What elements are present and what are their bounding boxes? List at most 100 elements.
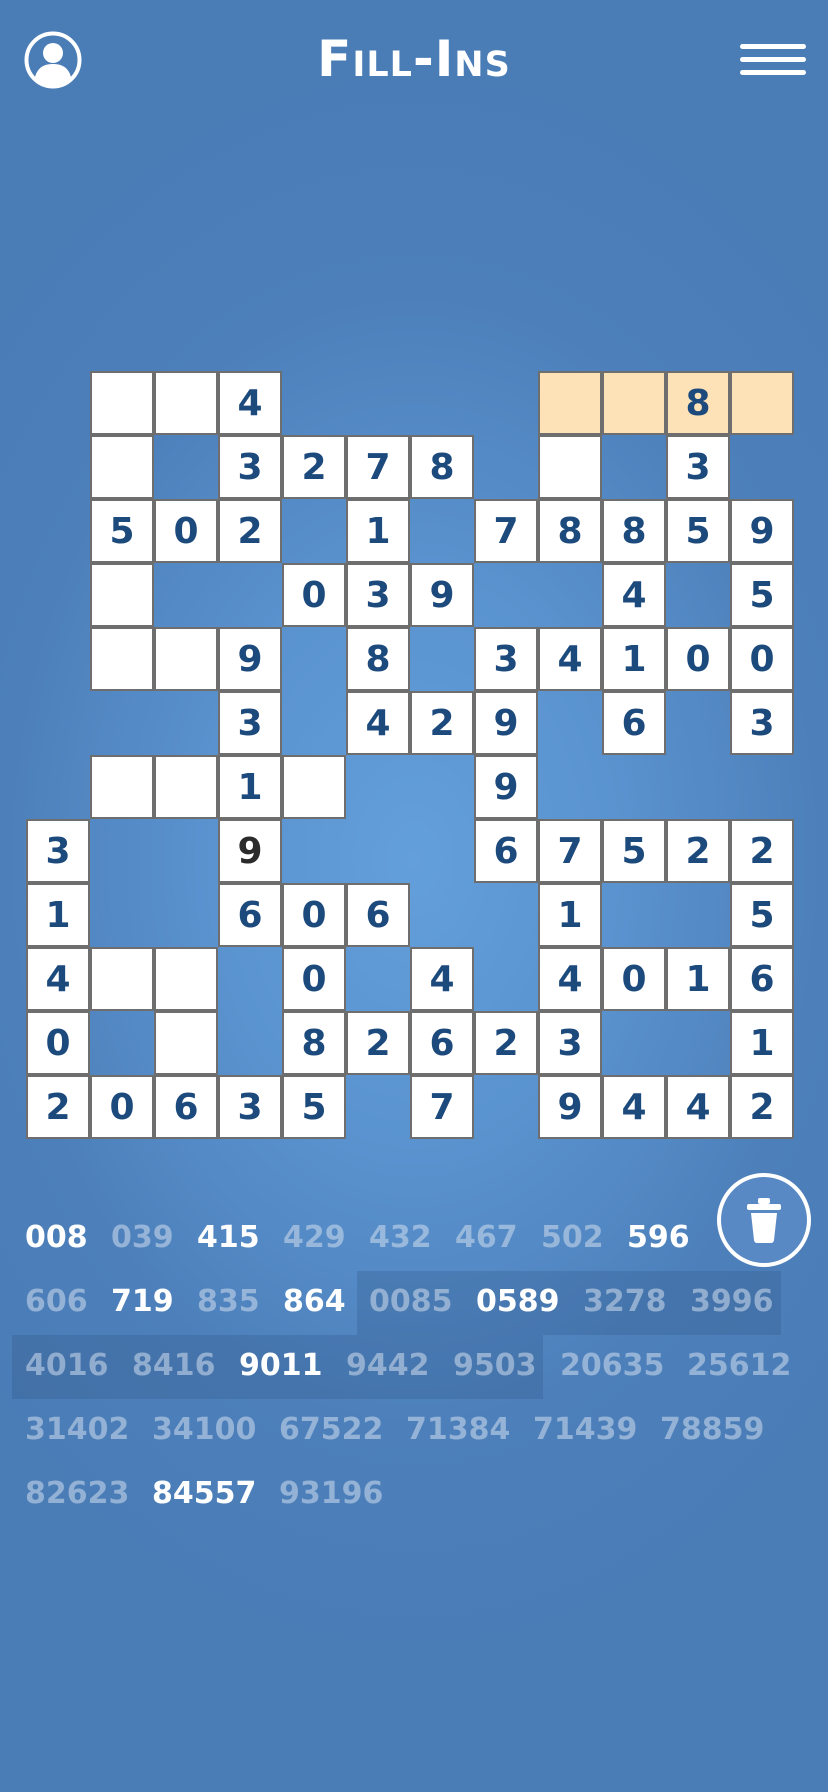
grid-cell[interactable]: 5 [90, 499, 154, 563]
word-used[interactable]: 20635 [560, 1346, 664, 1386]
grid-cell[interactable]: 0 [282, 563, 346, 627]
grid-cell[interactable]: 3 [218, 691, 282, 755]
grid-cell[interactable]: 8 [602, 499, 666, 563]
grid-cell[interactable] [90, 947, 154, 1011]
grid-cell[interactable]: 1 [346, 499, 410, 563]
word-used[interactable]: 039 [111, 1218, 174, 1258]
grid-cell[interactable]: 7 [410, 1075, 474, 1139]
grid-cell[interactable]: 1 [666, 947, 730, 1011]
grid-cell-selected[interactable] [730, 371, 794, 435]
grid-cell[interactable]: 2 [730, 819, 794, 883]
grid-cell[interactable]: 0 [602, 947, 666, 1011]
trash-button[interactable] [717, 1173, 811, 1267]
grid-cell[interactable] [154, 371, 218, 435]
grid-cell[interactable]: 6 [602, 691, 666, 755]
grid-cell[interactable]: 1 [218, 755, 282, 819]
grid-cell-selected[interactable] [602, 371, 666, 435]
grid-cell[interactable]: 0 [26, 1011, 90, 1075]
grid-cell[interactable]: 4 [538, 627, 602, 691]
grid-cell[interactable]: 0 [282, 947, 346, 1011]
grid-cell-selected[interactable]: 8 [666, 371, 730, 435]
grid-cell[interactable]: 3 [666, 435, 730, 499]
word-used[interactable]: 467 [455, 1218, 518, 1258]
word-used[interactable]: 8416 [132, 1346, 216, 1386]
grid-cell[interactable]: 9 [474, 691, 538, 755]
word-used[interactable]: 31402 [25, 1410, 129, 1450]
grid-cell[interactable]: 3 [26, 819, 90, 883]
grid-cell[interactable]: 1 [26, 883, 90, 947]
word-used[interactable]: 9442 [346, 1346, 430, 1386]
grid-cell[interactable]: 5 [730, 563, 794, 627]
grid-cell[interactable] [538, 435, 602, 499]
grid-cell[interactable] [90, 627, 154, 691]
grid-cell[interactable]: 4 [538, 947, 602, 1011]
grid-cell[interactable]: 2 [666, 819, 730, 883]
grid-cell[interactable]: 7 [474, 499, 538, 563]
grid-cell[interactable]: 6 [154, 1075, 218, 1139]
word-used[interactable]: 3278 [583, 1282, 667, 1322]
word-used[interactable]: 502 [541, 1218, 604, 1258]
grid-cell[interactable]: 4 [26, 947, 90, 1011]
grid-cell[interactable]: 2 [410, 691, 474, 755]
word-used[interactable]: 71384 [406, 1410, 510, 1450]
grid-cell[interactable]: 3 [730, 691, 794, 755]
grid-cell[interactable]: 4 [602, 563, 666, 627]
grid-cell[interactable]: 9 [218, 627, 282, 691]
grid-cell[interactable]: 2 [474, 1011, 538, 1075]
grid-cell[interactable]: 6 [410, 1011, 474, 1075]
grid-cell[interactable]: 5 [602, 819, 666, 883]
grid-cell[interactable] [90, 563, 154, 627]
grid-cell[interactable]: 4 [666, 1075, 730, 1139]
word-used[interactable]: 78859 [660, 1410, 764, 1450]
grid-cell[interactable] [154, 627, 218, 691]
grid-cell[interactable]: 8 [538, 499, 602, 563]
word-used[interactable]: 93196 [279, 1474, 383, 1514]
grid-cell[interactable]: 0 [730, 627, 794, 691]
grid-cell[interactable]: 6 [218, 883, 282, 947]
grid-cell[interactable]: 3 [218, 435, 282, 499]
word-used[interactable]: 9503 [453, 1346, 537, 1386]
word-available[interactable]: 84557 [152, 1474, 256, 1514]
grid-cell[interactable]: 4 [410, 947, 474, 1011]
grid-cell[interactable] [154, 755, 218, 819]
word-used[interactable]: 82623 [25, 1474, 129, 1514]
grid-cell[interactable] [90, 435, 154, 499]
grid-cell[interactable]: 2 [730, 1075, 794, 1139]
grid-cell[interactable]: 9 [474, 755, 538, 819]
grid-cell[interactable]: 3 [474, 627, 538, 691]
word-available[interactable]: 0589 [476, 1282, 560, 1322]
grid-cell[interactable]: 1 [538, 883, 602, 947]
grid-cell[interactable]: 0 [282, 883, 346, 947]
grid-cell[interactable]: 6 [474, 819, 538, 883]
grid-cell[interactable]: 8 [410, 435, 474, 499]
grid-cell[interactable]: 5 [666, 499, 730, 563]
grid-cell[interactable]: 7 [538, 819, 602, 883]
grid-cell[interactable] [154, 1011, 218, 1075]
grid-cell[interactable]: 5 [282, 1075, 346, 1139]
grid-cell[interactable]: 4 [218, 371, 282, 435]
word-used[interactable]: 34100 [152, 1410, 256, 1450]
grid-cell[interactable]: 8 [282, 1011, 346, 1075]
grid-cell[interactable] [154, 947, 218, 1011]
grid-cell[interactable]: 1 [730, 1011, 794, 1075]
grid-cell[interactable]: 2 [282, 435, 346, 499]
menu-button[interactable] [740, 44, 806, 80]
grid-cell[interactable] [90, 755, 154, 819]
word-available[interactable]: 9011 [239, 1346, 323, 1386]
grid-cell-selected[interactable] [538, 371, 602, 435]
grid-cell[interactable]: 0 [666, 627, 730, 691]
grid-cell[interactable]: 5 [730, 883, 794, 947]
grid-cell[interactable]: 9 [410, 563, 474, 627]
grid-cell[interactable] [90, 371, 154, 435]
word-used[interactable]: 3996 [690, 1282, 774, 1322]
word-used[interactable]: 4016 [25, 1346, 109, 1386]
grid-cell[interactable]: 6 [346, 883, 410, 947]
grid-cell[interactable]: 3 [538, 1011, 602, 1075]
grid-cell[interactable]: 6 [730, 947, 794, 1011]
word-available[interactable]: 864 [283, 1282, 346, 1322]
grid-cell[interactable]: 3 [218, 1075, 282, 1139]
grid-cell[interactable]: 9 [538, 1075, 602, 1139]
word-available[interactable]: 008 [25, 1218, 88, 1258]
word-used[interactable]: 0085 [369, 1282, 453, 1322]
word-available[interactable]: 719 [111, 1282, 174, 1322]
